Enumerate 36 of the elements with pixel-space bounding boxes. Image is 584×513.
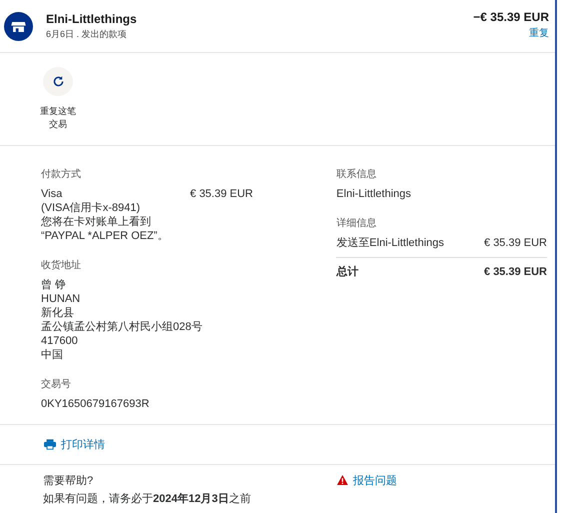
address-line: 孟公镇孟公村第八村民小组028号 [41,320,204,334]
print-link[interactable]: 打印详情 [44,437,105,452]
section-heading: 交易号 [41,378,72,391]
repeat-button[interactable] [43,67,73,96]
section-heading: 收货地址 [41,258,82,272]
printer-icon [44,439,56,450]
refresh-icon [52,75,64,88]
total-amount: € 35.39 EUR [484,265,547,279]
repeat-label: 重复这笔交易 [39,105,77,131]
address-line: 新化县 [41,306,75,320]
address-line: 曾 铮 [41,278,68,292]
address-line: HUNAN [41,292,82,306]
help-text: 如果有问题，请务必于2024年12月3日之前 [43,492,252,506]
report-link[interactable]: 报告问题 [337,473,397,487]
payment-method: Visa [41,187,62,201]
merchant-name: Elni-Littlethings [46,12,138,26]
address-line: 中国 [41,348,64,362]
payment-amount: € 35.39 EUR [190,187,253,201]
contact-name: Elni-Littlethings [336,187,412,201]
payment-detail: “PAYPAL *ALPER OEZ”。 [41,229,170,243]
store-icon [4,12,33,40]
section-heading: 付款方式 [41,168,82,181]
help-heading: 需要帮助? [43,474,94,488]
address-line: 417600 [41,334,79,348]
transaction-amount: −€ 35.39 EUR [473,10,549,24]
transaction-subtitle: 6月6日 . 发出的款项 [46,28,128,40]
repeat-link[interactable]: 重复 [529,26,549,40]
total-label: 总计 [336,265,358,279]
detail-amount: € 35.39 EUR [484,236,547,250]
warning-icon [337,475,348,485]
payment-detail: 您将在卡对账单上看到 [41,215,152,229]
section-heading: 详细信息 [336,216,378,230]
payment-detail: (VISA信用卡x-8941) [41,201,142,215]
section-heading: 联系信息 [336,168,378,181]
transaction-id: 0KY1650679167693R [41,397,150,411]
detail-label: 发送至Elni-Littlethings [336,236,444,250]
